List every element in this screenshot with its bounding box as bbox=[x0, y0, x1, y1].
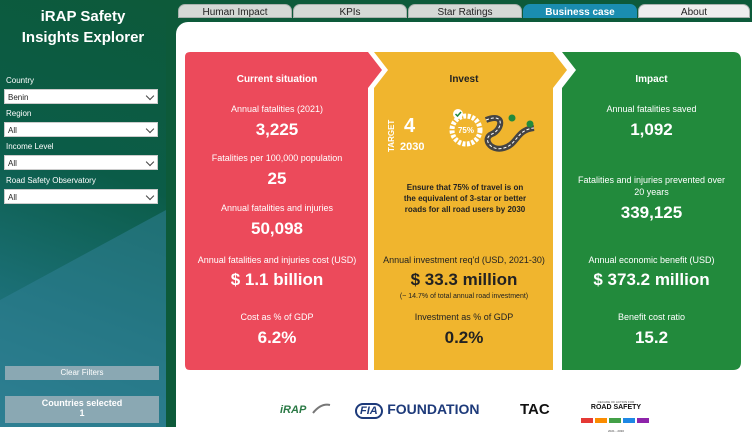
stat-label: Fatalities and injuries prevented over bbox=[577, 175, 726, 185]
stat-label: Annual investment req'd (USD, 2021-30) bbox=[383, 255, 545, 265]
target-year: 2030 bbox=[400, 141, 424, 153]
stat-label: Annual fatalities saved bbox=[606, 104, 697, 114]
stat-label: Annual fatalities and injuries cost (USD… bbox=[197, 255, 357, 265]
irap-logo: iRAP bbox=[280, 400, 331, 418]
check-icon bbox=[526, 120, 534, 128]
decade-of-action-logo: DECADE OF ACTION FOR ROAD SAFETY 2021 - … bbox=[576, 400, 656, 433]
stat-value: 3,225 bbox=[255, 120, 299, 139]
note-prefix: (~ bbox=[399, 293, 407, 300]
decade-years-text: 2021 - 2030 bbox=[607, 429, 624, 433]
impact-heading: Impact bbox=[635, 74, 668, 85]
fia-mark: FIA bbox=[355, 403, 383, 419]
fia-foundation-text: FOUNDATION bbox=[387, 401, 480, 417]
stat-label: Benefit cost ratio bbox=[617, 312, 686, 322]
target-pct: 75% bbox=[458, 126, 474, 135]
stat-label: Annual fatalities and injuries bbox=[220, 203, 334, 213]
stat-label-line2: 20 years bbox=[634, 187, 669, 197]
fia-foundation-logo: FIA FOUNDATION bbox=[355, 401, 479, 419]
stat-label: Fatalities per 100,000 population bbox=[211, 153, 343, 163]
stat-label: Cost as % of GDP bbox=[240, 312, 314, 322]
note-pct: 14.7% bbox=[408, 293, 429, 300]
invest-heading: Invest bbox=[449, 74, 479, 85]
investment-share-note: (~ 14.7% of total annual road investment… bbox=[374, 293, 554, 300]
target-number: 4 bbox=[404, 115, 416, 137]
stat-label: Annual fatalities (2021) bbox=[230, 104, 324, 114]
stat-value: 1,092 bbox=[630, 120, 673, 139]
decade-main-text: ROAD SAFETY bbox=[590, 404, 642, 411]
decade-stripes bbox=[581, 418, 649, 423]
stat-value: 15.2 bbox=[634, 328, 669, 347]
irap-logo-text: iRAP bbox=[280, 404, 307, 416]
stat-value: 50,098 bbox=[251, 219, 303, 238]
impact-card: Impact Annual fatalities saved 1,092 Fat… bbox=[562, 52, 741, 370]
stat-value: 339,125 bbox=[620, 203, 683, 222]
swoosh-icon bbox=[311, 403, 330, 414]
check-icon bbox=[508, 114, 516, 122]
stat-value: 0.2% bbox=[444, 328, 484, 347]
stat-label: Investment as % of GDP bbox=[414, 312, 514, 322]
current-situation-heading: Current situation bbox=[236, 74, 318, 85]
target-word: TARGET bbox=[387, 120, 396, 152]
stat-value: $ 33.3 million bbox=[410, 270, 518, 289]
target-4-graphic: TARGET 4 2030 75% bbox=[387, 109, 535, 153]
invest-card: Invest TARGET 4 2030 75% Ensure that 75%… bbox=[374, 52, 554, 370]
tac-logo: TAC bbox=[520, 401, 550, 418]
stat-label: Annual economic benefit (USD) bbox=[588, 255, 715, 265]
stat-value: 25 bbox=[267, 169, 287, 188]
note-suffix: of total annual road investment) bbox=[430, 293, 529, 300]
stat-value: 6.2% bbox=[257, 328, 297, 347]
current-situation-card: Current situation Annual fatalities (202… bbox=[186, 52, 368, 370]
stat-value: $ 373.2 million bbox=[593, 270, 710, 289]
check-icon bbox=[453, 109, 463, 119]
stat-value: $ 1.1 billion bbox=[230, 270, 324, 289]
invest-statement: Ensure that 75% of travel is on the equi… bbox=[403, 183, 527, 214]
